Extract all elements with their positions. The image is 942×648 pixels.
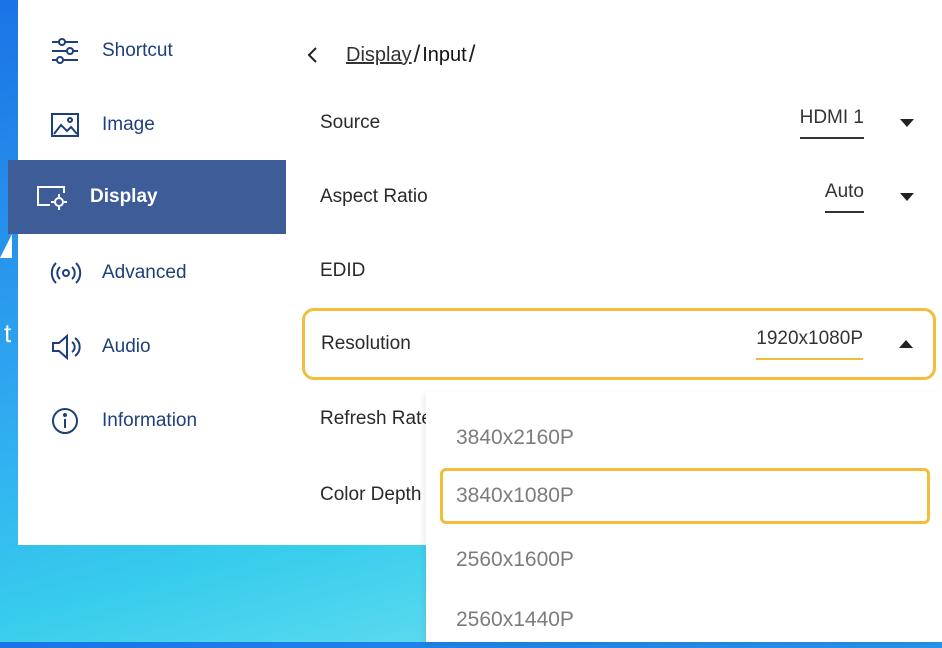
- breadcrumb-display-link[interactable]: Display: [346, 44, 412, 67]
- info-icon: [50, 407, 80, 435]
- setting-label: Refresh Rate: [320, 408, 432, 429]
- setting-label: Aspect Ratio: [320, 186, 428, 207]
- sidebar-item-audio[interactable]: Audio: [18, 310, 286, 384]
- breadcrumb-separator: /: [468, 41, 476, 68]
- sidebar-item-label: Display: [90, 186, 158, 207]
- sidebar-item-image[interactable]: Image: [18, 88, 286, 162]
- triangle-down-icon: [900, 119, 914, 127]
- dropdown-option-highlighted[interactable]: 3840x1080P: [440, 468, 930, 524]
- setting-label: Source: [320, 112, 381, 133]
- sidebar: Shortcut Image Display Advanced Audio In…: [8, 0, 286, 545]
- sidebar-item-information[interactable]: Information: [18, 384, 286, 458]
- sliders-icon: [50, 37, 80, 65]
- broadcast-icon: [50, 259, 82, 287]
- sidebar-item-display[interactable]: Display: [8, 160, 286, 234]
- breadcrumb: Display / Input /: [306, 40, 477, 70]
- resolution-value: 1920x1080P: [756, 328, 863, 360]
- setting-label: Resolution: [321, 333, 411, 354]
- sidebar-item-label: Image: [102, 114, 155, 135]
- sidebar-item-label: Information: [102, 410, 198, 431]
- image-icon: [50, 111, 80, 139]
- sidebar-item-shortcut[interactable]: Shortcut: [18, 14, 286, 88]
- setting-row-aspect-ratio[interactable]: Aspect Ratio Auto: [304, 164, 934, 230]
- sidebar-item-label: Advanced: [102, 262, 187, 283]
- wallpaper-shape: [0, 234, 12, 258]
- wallpaper-text: t: [4, 318, 12, 348]
- setting-row-source[interactable]: Source HDMI 1: [304, 90, 934, 156]
- breadcrumb-current: Input: [422, 43, 467, 66]
- chevron-left-icon: [307, 47, 317, 63]
- triangle-down-icon: [900, 193, 914, 201]
- sidebar-item-label: Shortcut: [102, 40, 173, 61]
- triangle-up-icon: [899, 340, 913, 348]
- dropdown-option[interactable]: 3840x2160P: [440, 410, 930, 466]
- setting-label: Color Depth: [320, 484, 422, 505]
- dropdown-option[interactable]: 2560x1600P: [440, 532, 930, 588]
- sidebar-item-label: Audio: [102, 336, 151, 357]
- setting-label: EDID: [320, 260, 366, 281]
- back-button[interactable]: [306, 40, 334, 70]
- setting-row-resolution[interactable]: Resolution 1920x1080P: [302, 308, 936, 380]
- resolution-dropdown: 3840x2160P 3840x1080P 2560x1600P 2560x14…: [426, 392, 942, 642]
- speaker-icon: [50, 333, 81, 361]
- display-settings-icon: [36, 183, 67, 211]
- aspect-ratio-value: Auto: [824, 181, 864, 213]
- breadcrumb-separator: /: [413, 41, 421, 68]
- source-value: HDMI 1: [799, 107, 864, 139]
- setting-row-edid[interactable]: EDID: [304, 238, 934, 304]
- dropdown-option[interactable]: 2560x1440P: [440, 592, 930, 648]
- sidebar-item-advanced[interactable]: Advanced: [18, 236, 286, 310]
